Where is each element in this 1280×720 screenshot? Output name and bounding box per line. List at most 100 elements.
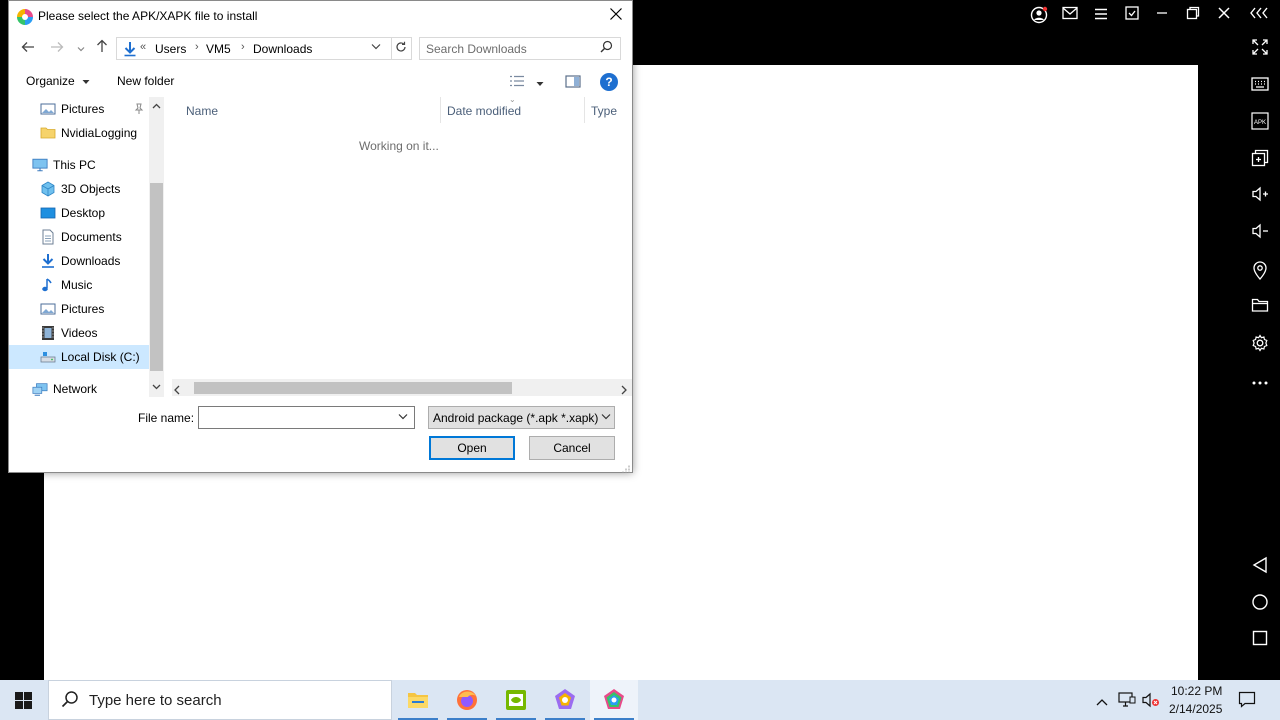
forward-arrow-icon[interactable] (47, 39, 67, 59)
organize-label: Organize (26, 74, 75, 88)
breadcrumb-overflow[interactable]: « (140, 41, 146, 53)
nav-item-pictures[interactable]: Pictures (9, 297, 149, 321)
dialog-title: Please select the APK/XAPK file to insta… (38, 9, 258, 23)
documents-icon (42, 229, 54, 245)
collapse-sidebar-icon[interactable] (1249, 6, 1269, 26)
nav-item-nvidialogging[interactable]: NvidiaLogging (9, 121, 149, 145)
nav-item-pictures-quick[interactable]: Pictures (9, 97, 149, 121)
nav-item-downloads[interactable]: Downloads (9, 249, 149, 273)
more-icon[interactable] (1248, 371, 1272, 395)
back-arrow-icon[interactable] (18, 39, 38, 59)
nav-item-label: NvidiaLogging (61, 126, 138, 140)
address-bar[interactable]: « Users › VM5 › Downloads (116, 37, 392, 60)
emulator-multi-app[interactable] (541, 680, 589, 720)
nav-item-local-disk[interactable]: Local Disk (C:) (9, 345, 149, 369)
breadcrumb-downloads[interactable]: Downloads (253, 42, 312, 56)
back-icon[interactable] (1248, 556, 1272, 580)
nav-item-label: Network (53, 382, 98, 396)
file-name-input[interactable] (202, 410, 392, 426)
show-hidden-icons-icon[interactable] (1096, 693, 1108, 709)
nav-item-documents[interactable]: Documents (9, 225, 149, 249)
nav-item-videos[interactable]: Videos (9, 321, 149, 345)
nav-item-3d-objects[interactable]: 3D Objects (9, 177, 149, 201)
nvidia-app[interactable] (492, 680, 540, 720)
column-headers: Name Date modified ⌄ Type (166, 95, 632, 123)
account-icon[interactable] (1029, 6, 1049, 26)
recent-locations-chevron-icon[interactable] (71, 39, 91, 59)
file-list-h-scrollbar-thumb[interactable] (194, 382, 512, 394)
search-icon[interactable] (600, 40, 613, 56)
mail-icon[interactable] (1060, 6, 1080, 26)
cancel-button[interactable]: Cancel (529, 436, 615, 460)
command-bar: Organize New folder ? (9, 67, 632, 97)
organize-chevron-icon (82, 80, 90, 84)
file-explorer-app[interactable] (394, 680, 442, 720)
folder-icon[interactable] (1248, 297, 1272, 321)
nav-scrollbar-thumb[interactable] (150, 183, 163, 371)
breadcrumb-vm5[interactable]: VM5 (206, 42, 231, 56)
screenshot-window-icon[interactable] (1122, 6, 1142, 26)
action-center-icon[interactable] (1238, 691, 1256, 711)
view-dropdown-chevron-icon[interactable] (536, 76, 544, 90)
clock-date[interactable]: 2/14/2025 (1169, 702, 1222, 716)
close-icon[interactable] (1214, 6, 1234, 26)
location-icon[interactable] (1248, 260, 1272, 284)
nav-item-music[interactable]: Music (9, 273, 149, 297)
preview-pane-icon[interactable] (565, 75, 581, 91)
breadcrumb-separator[interactable]: › (241, 41, 245, 53)
column-date-modified[interactable]: Date modified (447, 104, 521, 118)
file-type-select[interactable]: Android package (*.apk *.xapk) (428, 406, 615, 429)
resize-grip-icon[interactable] (620, 460, 630, 478)
open-button[interactable]: Open (429, 436, 515, 460)
new-folder-button[interactable]: New folder (117, 74, 174, 88)
dialog-titlebar[interactable]: Please select the APK/XAPK file to insta… (9, 1, 632, 32)
nav-item-desktop[interactable]: Desktop (9, 201, 149, 225)
file-name-combobox[interactable] (198, 406, 415, 429)
app-logo-icon (17, 9, 33, 25)
h-scroll-right-icon[interactable] (620, 382, 628, 400)
keyboard-icon[interactable] (1248, 75, 1272, 99)
clock-time[interactable]: 10:22 PM (1171, 684, 1222, 698)
recents-icon[interactable] (1248, 630, 1272, 654)
up-arrow-icon[interactable] (92, 39, 112, 59)
emulator-app[interactable] (590, 680, 638, 720)
home-icon[interactable] (1248, 593, 1272, 617)
dialog-close-icon[interactable] (606, 6, 626, 26)
nav-item-label: Desktop (61, 206, 106, 220)
fullscreen-icon[interactable] (1248, 38, 1272, 62)
restore-icon[interactable] (1183, 6, 1203, 26)
nav-scroll-down-icon[interactable] (150, 382, 163, 392)
h-scroll-left-icon[interactable] (173, 382, 181, 400)
help-icon[interactable]: ? (600, 73, 618, 91)
apk-icon[interactable]: APK (1248, 112, 1272, 136)
column-divider[interactable] (584, 97, 585, 123)
start-button[interactable] (0, 680, 48, 720)
column-divider[interactable] (440, 97, 441, 123)
settings-icon[interactable] (1248, 334, 1272, 358)
nav-scroll-up-icon[interactable] (150, 101, 163, 111)
refresh-icon[interactable] (390, 37, 412, 60)
nav-item-this-pc[interactable]: This PC (9, 153, 149, 177)
menu-icon[interactable] (1091, 6, 1111, 26)
firefox-app[interactable] (443, 680, 491, 720)
search-box[interactable] (419, 37, 621, 60)
file-name-dropdown-chevron-icon[interactable] (398, 412, 408, 423)
address-dropdown-chevron-icon[interactable] (371, 42, 381, 53)
search-input[interactable] (426, 41, 596, 57)
volume-down-icon[interactable] (1248, 223, 1272, 247)
column-name[interactable]: Name (186, 104, 218, 118)
view-options-icon[interactable] (509, 75, 527, 90)
taskbar-search-box[interactable]: Type here to search (48, 680, 392, 720)
network-tray-icon[interactable] (1118, 692, 1136, 711)
minimize-icon[interactable] (1152, 6, 1172, 26)
breadcrumb-separator[interactable]: › (195, 41, 199, 53)
multi-instance-icon[interactable] (1248, 149, 1272, 173)
breadcrumb-users[interactable]: Users (155, 42, 186, 56)
column-type[interactable]: Type (591, 104, 617, 118)
nav-item-network[interactable]: Network (9, 377, 149, 397)
volume-up-icon[interactable] (1248, 186, 1272, 210)
organize-button[interactable]: Organize (26, 74, 90, 88)
volume-muted-icon[interactable] (1142, 692, 1160, 711)
drive-icon (40, 352, 56, 363)
downloads-arrow-icon (123, 41, 139, 57)
